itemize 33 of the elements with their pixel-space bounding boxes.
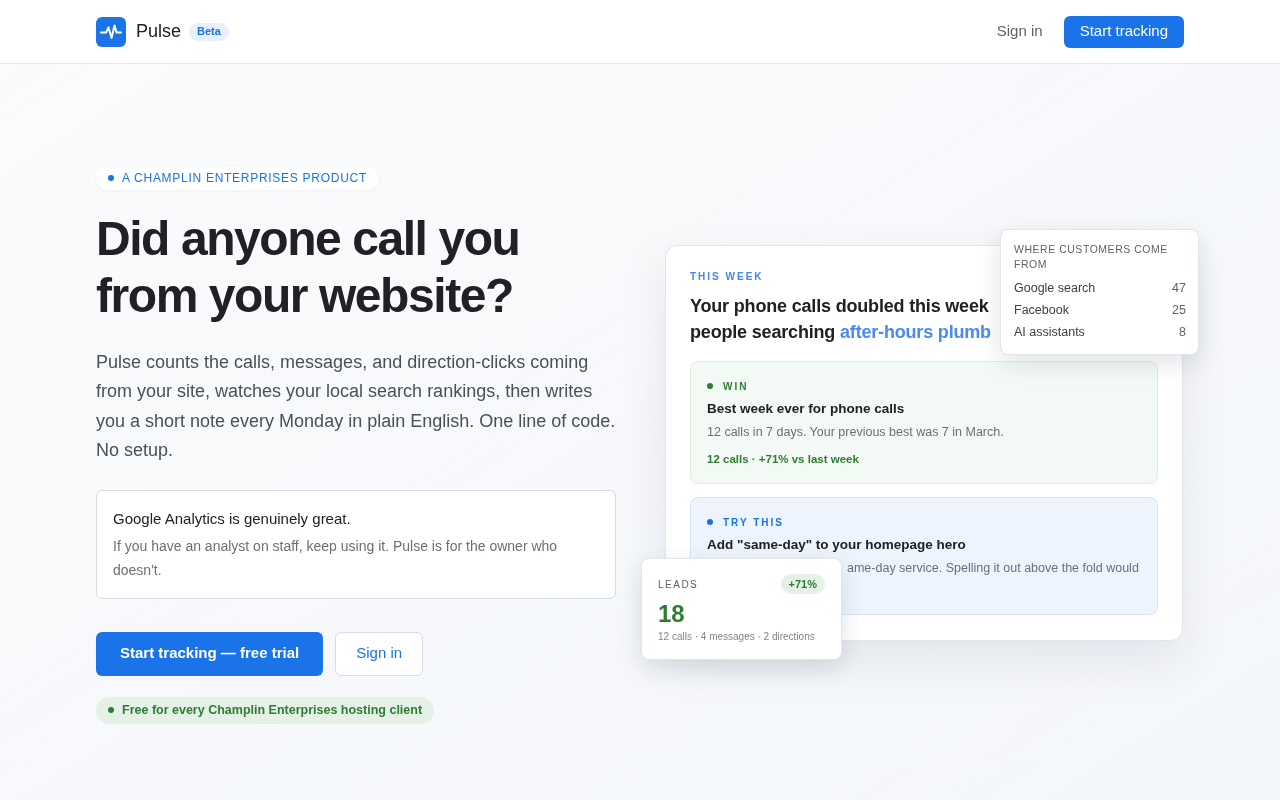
start-tracking-button[interactable]: Start tracking (1063, 15, 1184, 48)
beta-badge: Beta (189, 22, 229, 41)
card-headline: Your phone calls doubled this week people searching after-hours plumb (690, 295, 991, 344)
note-body: If you have an analyst on staff, keep using it. Pulse is for the owner who doesn't. (113, 536, 559, 580)
leads-label: LEADS (658, 577, 699, 592)
source-label: Google search (1014, 279, 1096, 297)
brand-name: Pulse (136, 20, 182, 43)
insight-label: WIN (723, 379, 749, 394)
hero-description: Pulse counts the calls, messages, and direction-clicks coming from your site, watches your local search rankings, then writes you a short note every Monday in plain English. One line of code. No setup. (96, 350, 617, 462)
sources-title: WHERE CUSTOMERS COME FROM (1014, 242, 1169, 272)
note-title: Google Analytics is genuinely great. (113, 508, 351, 529)
change-badge: +71% (780, 574, 825, 594)
insight-label: TRY THIS (723, 515, 784, 530)
sign-in-button[interactable]: Sign in (335, 631, 424, 676)
insight-body: ame-day service. Spelling it out above the fold would (847, 560, 1139, 577)
insight-body: 12 calls in 7 days. Your previous best was 7 in March. (707, 424, 1004, 441)
insight-stat: 12 calls · +71% vs last week (707, 452, 859, 467)
pulse-logo-icon (96, 16, 126, 47)
source-count: 8 (1179, 323, 1186, 341)
leads-breakdown: 12 calls · 4 messages · 2 directions (658, 630, 815, 644)
card-eyebrow: THIS WEEK (690, 270, 764, 284)
sign-in-link[interactable]: Sign in (996, 16, 1043, 47)
insight-title: Best week ever for phone calls (707, 400, 905, 418)
source-label: Facebook (1014, 301, 1069, 319)
start-trial-button[interactable]: Start tracking — free trial (96, 631, 324, 676)
hero-headline: Did anyone call you from your website? (96, 210, 520, 324)
source-count: 47 (1172, 279, 1186, 297)
eyebrow-text: A CHAMPLIN ENTERPRISES PRODUCT (122, 170, 367, 187)
hosting-client-text: Free for every Champlin Enterprises hosting client (122, 701, 423, 719)
source-count: 25 (1172, 301, 1186, 319)
leads-count: 18 (658, 600, 685, 628)
source-label: AI assistants (1014, 323, 1085, 341)
insight-title: Add "same-day" to your homepage hero (707, 536, 966, 554)
